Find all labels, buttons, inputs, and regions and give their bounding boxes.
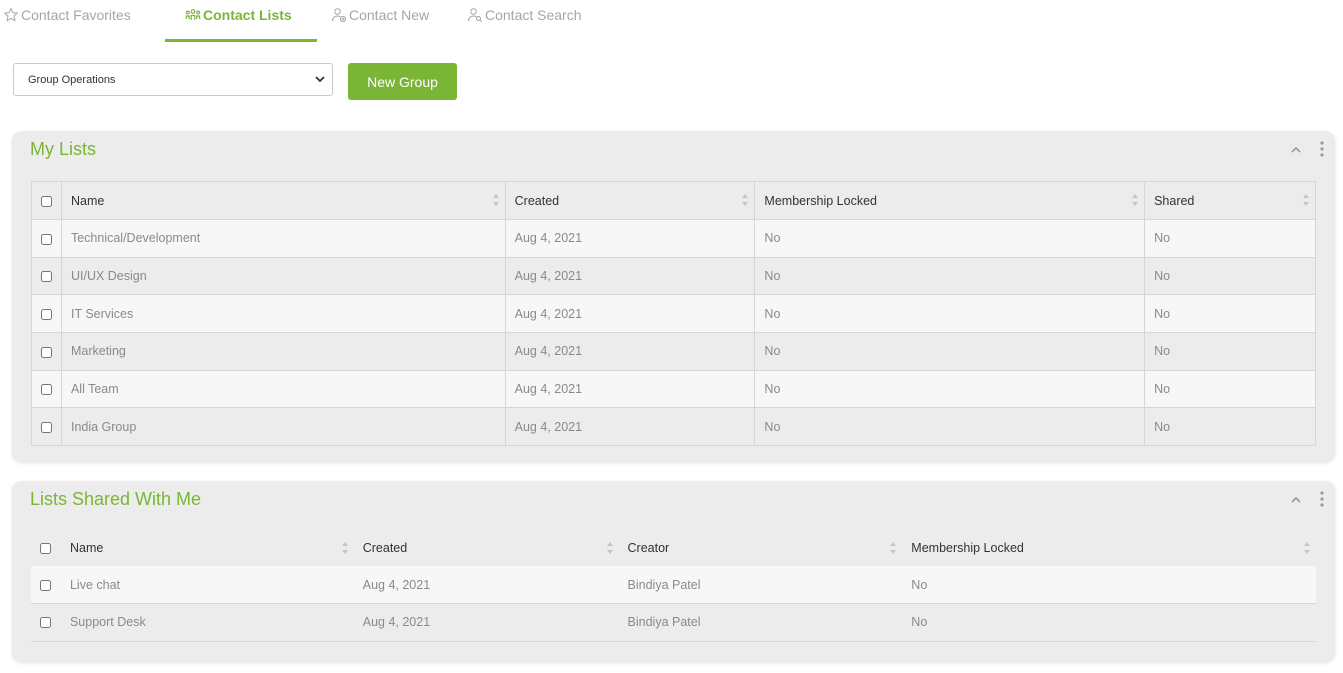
table-row[interactable]: India Group Aug 4, 2021 No No (31, 407, 1316, 447)
row-checkbox[interactable] (40, 308, 52, 320)
cell-name: Technical/Development (60, 219, 506, 258)
cell-locked: No (902, 566, 1316, 604)
cell-locked: No (754, 219, 1146, 258)
tab-label: Contact Search (485, 7, 582, 23)
kebab-menu-icon[interactable] (1319, 490, 1325, 508)
table-row[interactable]: Marketing Aug 4, 2021 No No (31, 332, 1316, 371)
column-header-name[interactable]: Name (60, 181, 506, 220)
cell-created: Aug 4, 2021 (353, 603, 619, 642)
cell-created: Aug 4, 2021 (504, 407, 756, 447)
cell-locked: No (902, 603, 1316, 642)
chevron-down-icon (314, 73, 326, 85)
tab-contact-search[interactable]: Contact Search (467, 0, 582, 41)
table-row[interactable]: Technical/Development Aug 4, 2021 No No (31, 219, 1316, 258)
sort-icon (1131, 193, 1139, 207)
kebab-menu-icon[interactable] (1319, 140, 1325, 158)
select-all-checkbox[interactable] (40, 543, 52, 555)
column-header-created[interactable]: Created (504, 181, 756, 220)
chevron-up-icon[interactable] (1289, 493, 1303, 507)
table-row[interactable]: All Team Aug 4, 2021 No No (31, 369, 1316, 409)
user-add-icon (331, 7, 347, 23)
cell-creator: Bindiya Patel (618, 603, 903, 642)
chevron-up-icon[interactable] (1289, 143, 1303, 157)
cell-created: Aug 4, 2021 (504, 219, 756, 258)
row-checkbox[interactable] (40, 271, 52, 283)
table-row[interactable]: UI/UX Design Aug 4, 2021 No No (31, 256, 1316, 296)
cell-name: IT Services (60, 294, 506, 334)
row-checkbox[interactable] (40, 421, 52, 433)
cell-shared: No (1144, 219, 1316, 258)
select-all-cell (31, 181, 62, 220)
cell-locked: No (754, 294, 1146, 334)
column-header-membership-locked[interactable]: Membership Locked (754, 181, 1146, 220)
column-header-membership-locked[interactable]: Membership Locked (902, 530, 1316, 566)
sort-icon (741, 193, 749, 207)
people-group-icon (185, 7, 201, 23)
cell-name: Marketing (60, 332, 506, 371)
select-all-cell (31, 530, 61, 566)
cell-name: Live chat (60, 566, 354, 604)
sort-icon (341, 541, 349, 555)
cell-created: Aug 4, 2021 (504, 369, 756, 409)
star-outline-icon (3, 7, 19, 23)
cell-locked: No (754, 256, 1146, 296)
cell-shared: No (1144, 369, 1316, 409)
contact-tabs: Contact Favorites Contact Lists Contact … (0, 0, 700, 42)
column-header-creator[interactable]: Creator (619, 530, 903, 566)
row-checkbox[interactable] (40, 233, 52, 245)
shared-lists-table: Name Created Creator Membership Locked L… (31, 530, 1316, 642)
row-checkbox[interactable] (40, 579, 52, 591)
shared-lists-panel: Lists Shared With Me Name Created Creato… (12, 481, 1335, 662)
cell-name: India Group (60, 407, 506, 447)
select-all-checkbox[interactable] (40, 195, 52, 207)
tab-label: Contact New (349, 7, 430, 23)
cell-shared: No (1144, 332, 1316, 371)
table-header-row: Name Created Membership Locked Shared (31, 181, 1316, 220)
cell-locked: No (754, 332, 1146, 371)
tab-contact-new[interactable]: Contact New (331, 0, 429, 41)
tab-contact-favorites[interactable]: Contact Favorites (3, 0, 131, 41)
column-header-shared[interactable]: Shared (1144, 181, 1316, 220)
tab-contact-lists[interactable]: Contact Lists (165, 0, 317, 42)
cell-locked: No (754, 407, 1146, 447)
new-group-button[interactable]: New Group (348, 63, 457, 100)
sort-icon (889, 541, 897, 555)
tab-label: Contact Lists (203, 7, 292, 23)
row-checkbox[interactable] (40, 384, 52, 396)
table-row[interactable]: IT Services Aug 4, 2021 No No (31, 294, 1316, 334)
sort-icon (606, 541, 614, 555)
table-row[interactable]: Support Desk Aug 4, 2021 Bindiya Patel N… (31, 603, 1316, 642)
cell-name: Support Desk (60, 603, 354, 642)
cell-locked: No (754, 369, 1146, 409)
group-operations-select[interactable]: Group Operations (13, 63, 333, 96)
my-lists-table: Name Created Membership Locked Shared Te… (31, 181, 1316, 447)
user-search-icon (467, 7, 483, 23)
cell-created: Aug 4, 2021 (504, 332, 756, 371)
panel-title: My Lists (30, 139, 97, 159)
group-operations-value: Group Operations (28, 73, 116, 86)
cell-shared: No (1144, 294, 1316, 334)
row-checkbox[interactable] (40, 346, 52, 358)
cell-name: All Team (60, 369, 506, 409)
column-header-name[interactable]: Name (61, 530, 354, 566)
sort-icon (1303, 541, 1311, 555)
row-checkbox[interactable] (40, 617, 52, 629)
cell-name: UI/UX Design (60, 256, 506, 296)
my-lists-panel: My Lists Name Created Membership Locked … (12, 131, 1335, 462)
tab-label: Contact Favorites (21, 7, 131, 23)
column-header-created[interactable]: Created (354, 530, 619, 566)
cell-creator: Bindiya Patel (618, 566, 903, 604)
table-row[interactable]: Live chat Aug 4, 2021 Bindiya Patel No (31, 566, 1316, 604)
sort-icon (1302, 193, 1310, 207)
cell-shared: No (1144, 407, 1316, 447)
panel-title: Lists Shared With Me (30, 489, 202, 509)
cell-created: Aug 4, 2021 (353, 566, 619, 604)
table-header-row: Name Created Creator Membership Locked (31, 530, 1316, 566)
cell-shared: No (1144, 256, 1316, 296)
cell-created: Aug 4, 2021 (504, 294, 756, 334)
sort-icon (492, 193, 500, 207)
cell-created: Aug 4, 2021 (504, 256, 756, 296)
